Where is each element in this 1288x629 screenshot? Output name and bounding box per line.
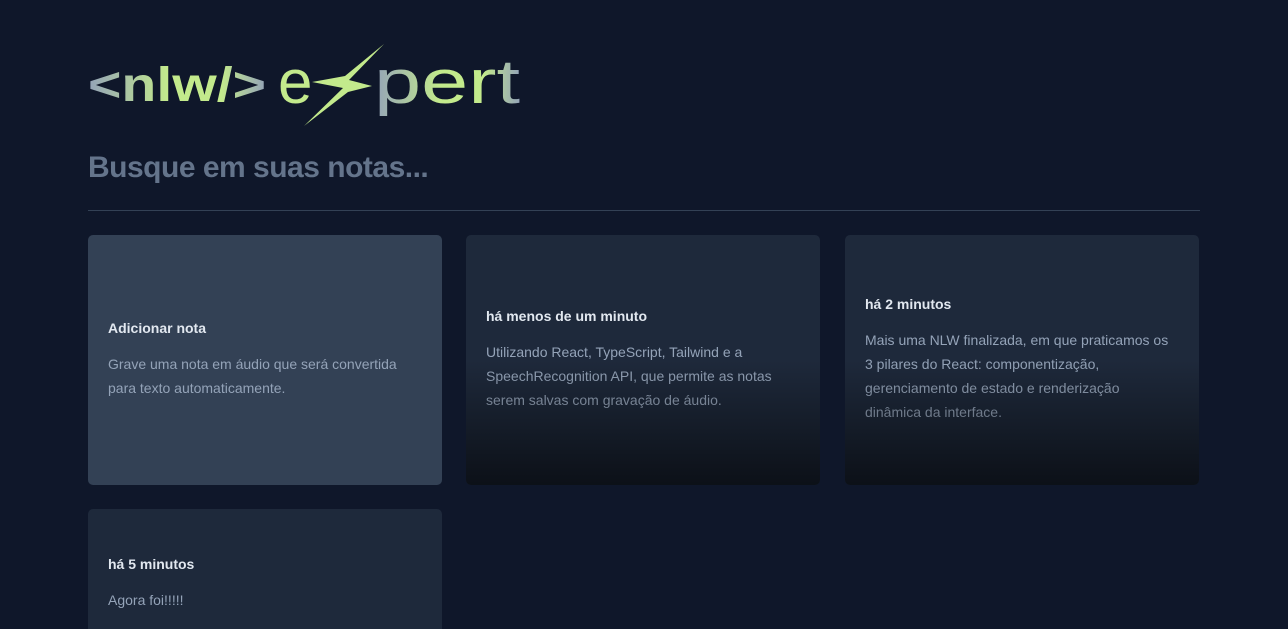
note-content: Mais uma NLW finalizada, em que praticam… (865, 332, 1169, 420)
nlw-expert-logo: <nlw/> e pert (88, 44, 520, 126)
note-date: há menos de um minuto (486, 308, 648, 324)
note-date: há 5 minutos (108, 556, 195, 572)
search-input[interactable] (88, 146, 1200, 190)
divider (88, 210, 1200, 211)
logo-word-right: pert (374, 48, 520, 117)
add-note-card[interactable]: Adicionar nota Grave uma nota em áudio q… (88, 235, 442, 485)
add-note-description: Grave uma nota em áudio que será convert… (108, 356, 397, 396)
note-card[interactable]: há menos de um minuto Utilizando React, … (466, 235, 820, 485)
note-card[interactable]: há 2 minutos Mais uma NLW finalizada, em… (845, 235, 1199, 485)
note-content: Utilizando React, TypeScript, Tailwind e… (486, 344, 772, 408)
note-date: há 2 minutos (865, 296, 952, 312)
logo-svg: <nlw/> e pert (88, 44, 520, 126)
logo-x-star-icon (304, 44, 384, 126)
note-content: Agora foi!!!!! (108, 592, 184, 608)
add-note-title: Adicionar nota (108, 320, 207, 336)
logo-word-left: e (278, 48, 312, 117)
note-card[interactable]: há 5 minutos Agora foi!!!!! (88, 509, 442, 629)
logo-tag-text: <nlw/> (88, 59, 266, 112)
app-root: <nlw/> e pert Adicionar nota Grave uma n… (0, 0, 1288, 629)
